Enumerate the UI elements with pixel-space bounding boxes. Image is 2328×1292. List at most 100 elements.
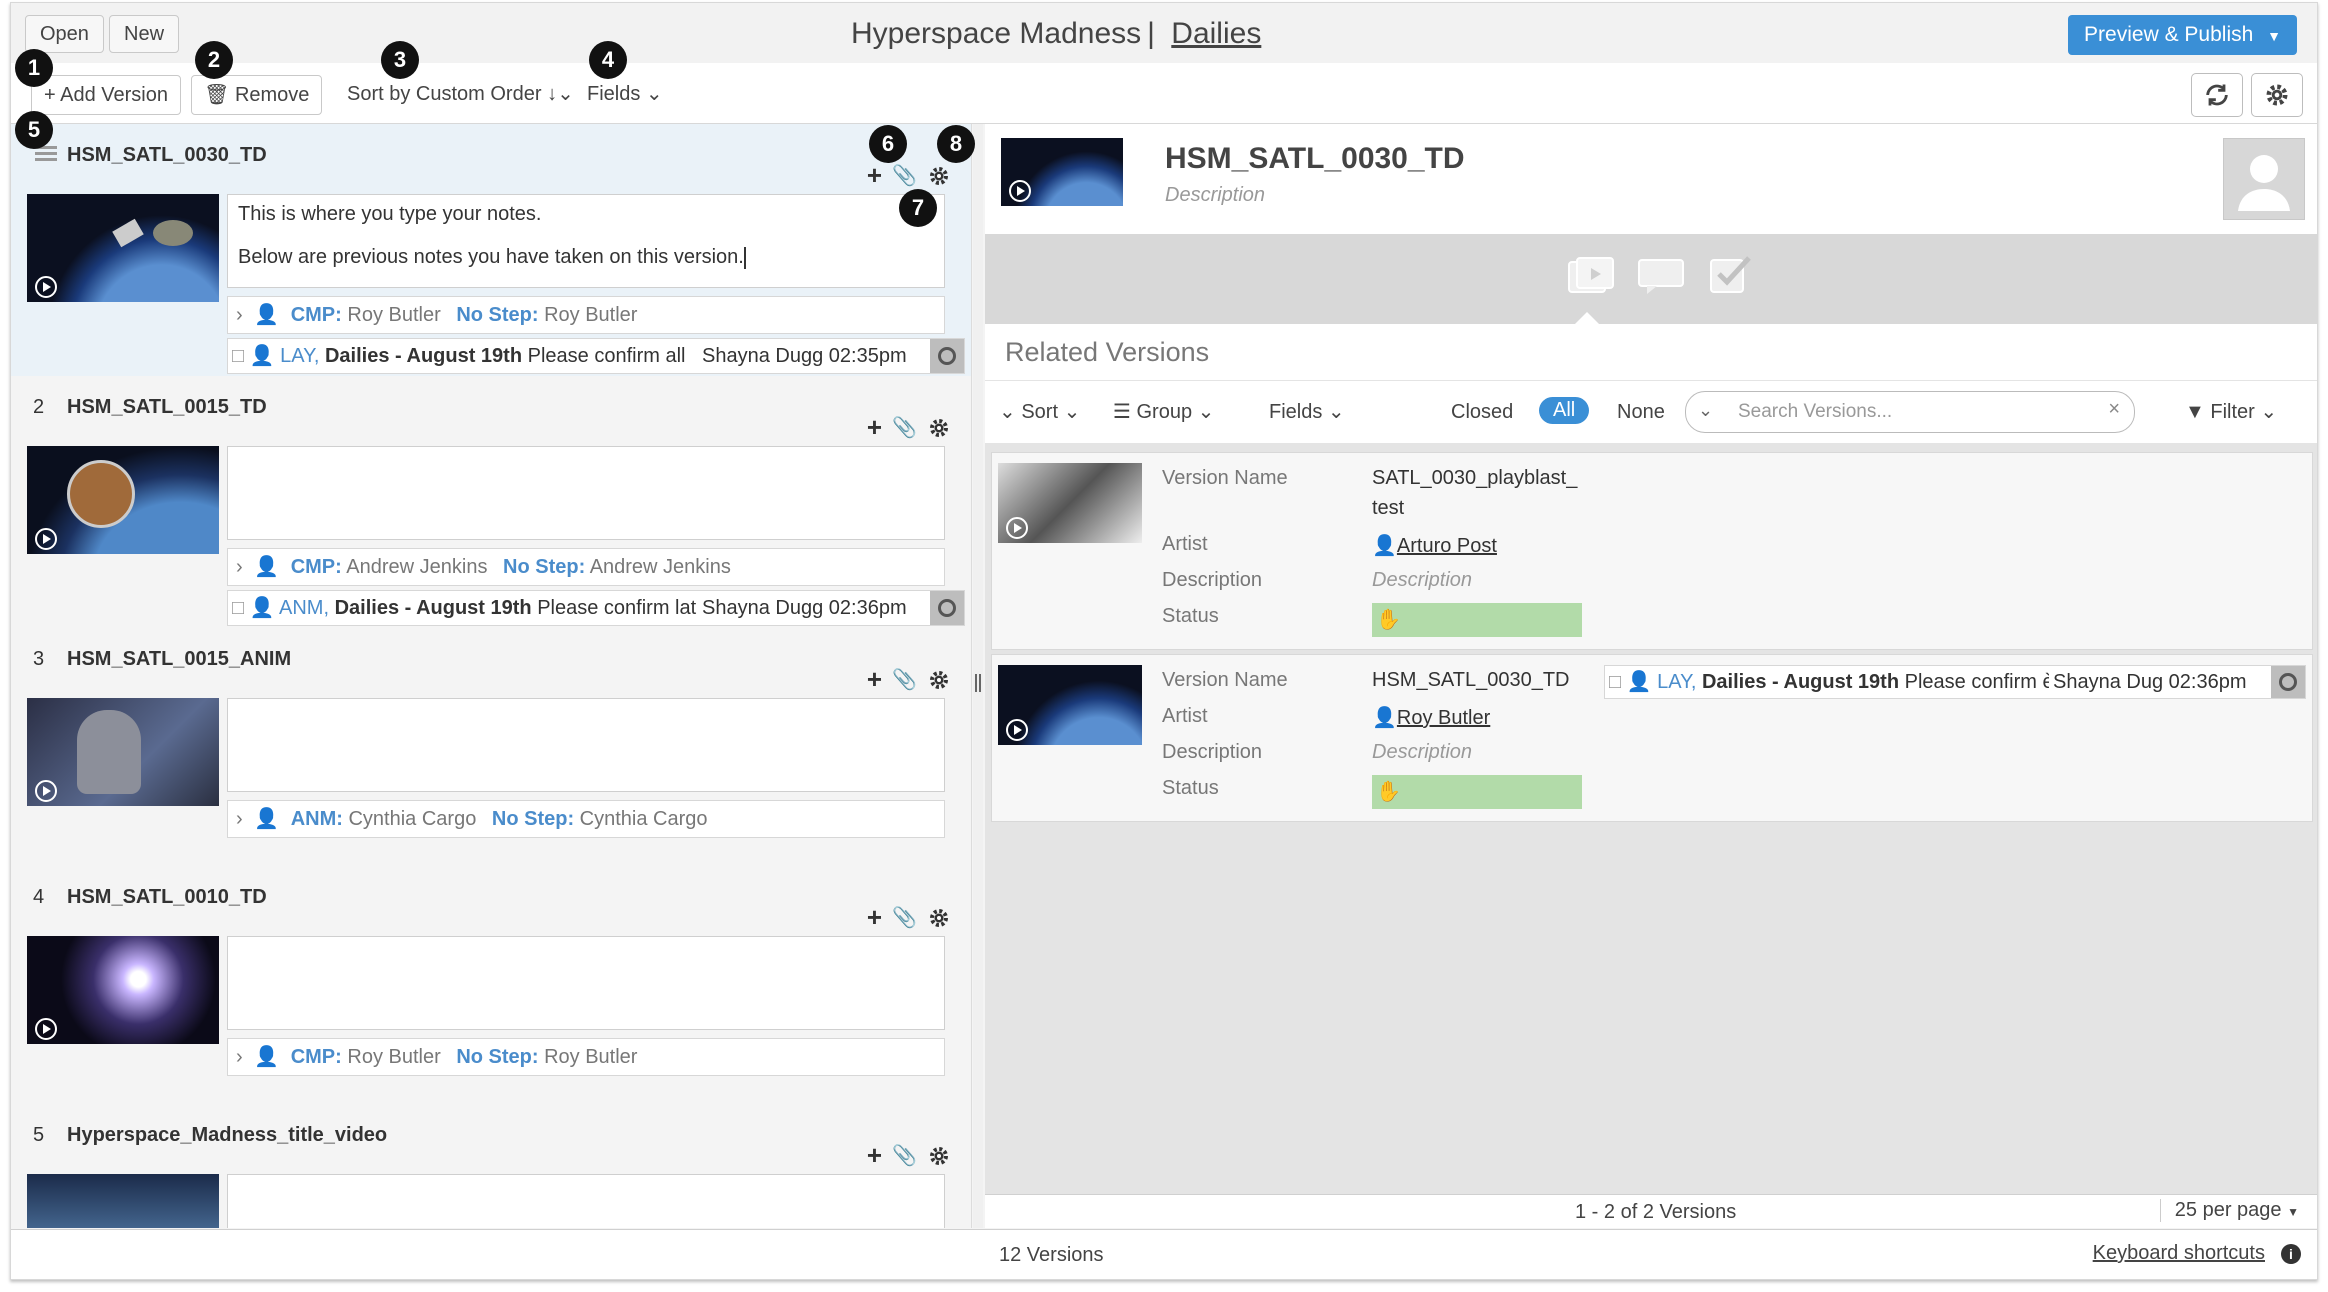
- open-button[interactable]: Open: [25, 15, 104, 53]
- notes-editor[interactable]: [227, 936, 945, 1030]
- notes-editor[interactable]: [227, 1174, 945, 1228]
- note-options-button[interactable]: [930, 591, 964, 625]
- previous-note[interactable]: □ 👤 LAY, Dailies - August 19th Please co…: [227, 338, 965, 374]
- description-value[interactable]: Description: [1372, 569, 1472, 592]
- version-title[interactable]: HSM_SATL_0015_TD: [67, 396, 267, 419]
- group-dropdown[interactable]: ☰ Group ⌄: [1113, 399, 1214, 424]
- version-row[interactable]: HSM_SATL_0030_TD + 📎 This is where you t…: [11, 124, 971, 376]
- assignment-row[interactable]: › 👤 CMP: Roy Butler No Step: Roy Butler: [227, 1038, 945, 1076]
- filter-none[interactable]: None: [1617, 401, 1665, 424]
- fields-dropdown[interactable]: Fields ⌄: [1269, 399, 1345, 424]
- remove-button[interactable]: 🗑 Remove: [191, 75, 323, 115]
- add-icon[interactable]: +: [867, 1140, 882, 1171]
- version-thumbnail[interactable]: [27, 446, 219, 554]
- notes-editor[interactable]: [227, 698, 945, 792]
- notes-editor[interactable]: [227, 446, 945, 540]
- attachment-icon[interactable]: 📎: [892, 163, 917, 188]
- attachment-icon[interactable]: 📎: [892, 1143, 917, 1168]
- related-version-card[interactable]: Version Name SATL_0030_playblast_ test A…: [991, 452, 2313, 650]
- assignment-row[interactable]: › 👤 CMP: Andrew Jenkins No Step: Andrew …: [227, 548, 945, 586]
- page-title: Hyperspace Madness | Dailies: [851, 17, 1261, 51]
- note-dept: LAY,: [1657, 671, 1697, 693]
- artist-link[interactable]: 👤Roy Butler: [1372, 705, 1490, 730]
- detail-thumbnail[interactable]: [1001, 138, 1123, 206]
- keyboard-shortcuts-link[interactable]: Keyboard shortcuts: [2093, 1242, 2265, 1265]
- version-name-line1: HSM_SATL_0030_TD: [1372, 669, 1570, 691]
- gear-icon[interactable]: [927, 416, 951, 440]
- note-options-button[interactable]: [930, 339, 964, 373]
- version-title[interactable]: Hyperspace_Madness_title_video: [67, 1124, 387, 1147]
- clear-search-icon[interactable]: ×: [2108, 398, 2120, 421]
- version-title[interactable]: HSM_SATL_0015_ANIM: [67, 648, 291, 671]
- filter-dropdown[interactable]: ▼ Filter ⌄: [2185, 399, 2277, 424]
- refresh-button[interactable]: [2191, 73, 2243, 117]
- attachment-icon[interactable]: 📎: [892, 667, 917, 692]
- search-versions-field[interactable]: ⌄ Search Versions... ×: [1685, 391, 2135, 433]
- play-icon[interactable]: [35, 1018, 57, 1040]
- assignment-row[interactable]: › 👤 ANM: Cynthia Cargo No Step: Cynthia …: [227, 800, 945, 838]
- add-icon[interactable]: +: [867, 664, 882, 695]
- preview-publish-button[interactable]: Preview & Publish ▼: [2068, 15, 2297, 55]
- gear-icon[interactable]: [927, 1144, 951, 1168]
- fields-dropdown[interactable]: Fields ⌄: [587, 75, 663, 113]
- detail-description[interactable]: Description: [1165, 184, 1265, 207]
- version-row[interactable]: 4 HSM_SATL_0010_TD + 📎 › 👤 CMP: Roy Butl…: [11, 866, 971, 1118]
- version-thumbnail[interactable]: [27, 194, 219, 302]
- note-options-button[interactable]: [2271, 666, 2305, 698]
- search-input[interactable]: Search Versions...: [1738, 401, 1892, 423]
- add-icon[interactable]: +: [867, 902, 882, 933]
- related-version-card[interactable]: Version Name HSM_SATL_0030_TD Artist 👤Ro…: [991, 654, 2313, 822]
- sort-dropdown[interactable]: Sort by Custom Order ↓⌄: [347, 75, 574, 113]
- play-icon[interactable]: [35, 780, 57, 802]
- sort-dropdown[interactable]: ⌄ Sort ⌄: [999, 399, 1080, 424]
- notes-editor[interactable]: This is where you type your notes. Below…: [227, 194, 945, 288]
- related-thumbnail[interactable]: [998, 463, 1142, 543]
- version-detail-panel: HSM_SATL_0030_TD Description Related Ver…: [985, 124, 2317, 1228]
- filter-closed[interactable]: Closed: [1451, 401, 1513, 424]
- version-thumbnail[interactable]: [27, 698, 219, 806]
- tab-tasks[interactable]: [1707, 252, 1755, 301]
- version-row[interactable]: 5 Hyperspace_Madness_title_video + 📎: [11, 1104, 971, 1228]
- user-icon: 👤: [254, 556, 280, 578]
- gear-icon[interactable]: [927, 906, 951, 930]
- version-title[interactable]: HSM_SATL_0010_TD: [67, 886, 267, 909]
- add-icon[interactable]: +: [867, 412, 882, 443]
- tab-notes[interactable]: [1635, 256, 1687, 301]
- attachment-icon[interactable]: 📎: [892, 415, 917, 440]
- description-value[interactable]: Description: [1372, 741, 1472, 764]
- panel-splitter[interactable]: [973, 124, 983, 1228]
- previous-note[interactable]: □ 👤 ANM, Dailies - August 19th Please co…: [227, 590, 965, 626]
- version-row[interactable]: 3 HSM_SATL_0015_ANIM + 📎 › 👤 ANM: Cynthi…: [11, 628, 971, 880]
- related-note[interactable]: □ 👤 LAY, Dailies - August 19th Please co…: [1604, 665, 2306, 699]
- version-row[interactable]: 2 HSM_SATL_0015_TD + 📎 › 👤 CMP: Andrew J…: [11, 376, 971, 628]
- info-icon[interactable]: i: [2281, 1244, 2301, 1264]
- filter-all[interactable]: All: [1539, 397, 1590, 424]
- add-version-button[interactable]: + Add Version: [31, 75, 181, 115]
- version-thumbnail[interactable]: [27, 1174, 219, 1228]
- search-scope-chevron-icon[interactable]: ⌄: [1698, 400, 1713, 421]
- settings-button[interactable]: [2251, 73, 2303, 117]
- assignment-row[interactable]: › 👤 CMP: Roy Butler No Step: Roy Butler: [227, 296, 945, 334]
- status-badge[interactable]: ✋: [1372, 775, 1582, 809]
- play-icon[interactable]: [1009, 180, 1031, 202]
- nostep-label: No Step:: [456, 1046, 539, 1068]
- artist-name: Cynthia Cargo: [348, 808, 477, 830]
- tab-versions[interactable]: [1565, 254, 1615, 294]
- play-icon[interactable]: [1006, 719, 1028, 741]
- add-icon[interactable]: +: [867, 160, 882, 191]
- per-page-dropdown[interactable]: 25 per page ▼: [2159, 1199, 2299, 1222]
- avatar[interactable]: [2223, 138, 2305, 220]
- gear-icon[interactable]: [927, 668, 951, 692]
- new-button[interactable]: New: [109, 15, 180, 53]
- related-thumbnail[interactable]: [998, 665, 1142, 745]
- gear-icon[interactable]: [927, 164, 951, 188]
- version-thumbnail[interactable]: [27, 936, 219, 1044]
- artist-link[interactable]: 👤Arturo Post: [1372, 533, 1497, 558]
- attachment-icon[interactable]: 📎: [892, 905, 917, 930]
- status-badge[interactable]: ✋: [1372, 603, 1582, 637]
- version-title[interactable]: HSM_SATL_0030_TD: [67, 144, 267, 167]
- play-icon[interactable]: [35, 276, 57, 298]
- playlist-title-link[interactable]: Dailies: [1171, 17, 1261, 50]
- play-icon[interactable]: [35, 528, 57, 550]
- play-icon[interactable]: [1006, 517, 1028, 539]
